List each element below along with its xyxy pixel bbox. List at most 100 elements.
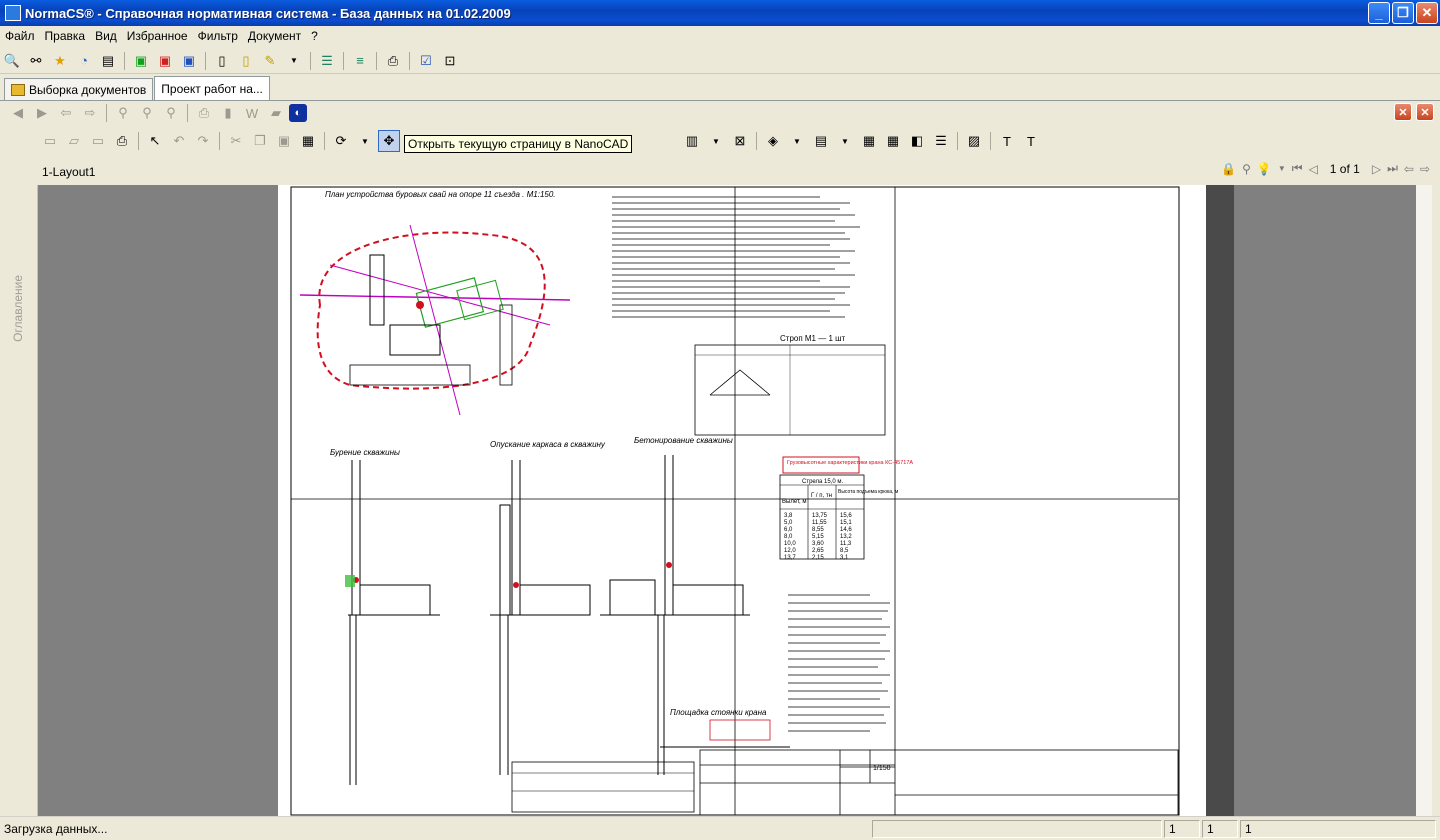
text-edit-icon[interactable]: T [1020, 130, 1042, 152]
prev-page-icon[interactable]: ◁ [1309, 162, 1318, 176]
dropdown-arrow-icon-5[interactable]: ▼ [834, 130, 856, 152]
dropdown-arrow-icon-3[interactable]: ▼ [705, 130, 727, 152]
menu-file[interactable]: Файл [0, 29, 40, 43]
properties-icon[interactable]: ▤ [810, 130, 832, 152]
nav-back-icon[interactable]: ⇦ [1404, 162, 1414, 176]
document-edit-icon[interactable]: ✎ [259, 50, 281, 72]
concrete-label: Бетонирование скважины [634, 436, 733, 445]
image-icon[interactable]: ▨ [963, 130, 985, 152]
crane-pad-label: Площадка стоянки крана [670, 708, 767, 717]
table-icon[interactable]: ▦ [882, 130, 904, 152]
crane-table-cell: 10,0 [784, 541, 796, 547]
cad-print-icon[interactable]: ⎙ [111, 130, 133, 152]
redo-icon[interactable]: ↷ [192, 130, 214, 152]
zoom-icon[interactable]: ⚲ [112, 102, 134, 124]
menu-edit[interactable]: Правка [40, 29, 91, 43]
dropdown-arrow-icon-6[interactable]: ▼ [1278, 164, 1286, 173]
new-icon[interactable]: ▭ [39, 130, 61, 152]
forward-icon[interactable]: ▶ [31, 102, 53, 124]
folder-open-icon[interactable]: ▭ [87, 130, 109, 152]
frame-icon[interactable]: ⊡ [439, 50, 461, 72]
crane-col-reach: Вылет, м [782, 499, 807, 505]
vertical-scrollbar[interactable] [1416, 185, 1432, 817]
back-arrow-icon[interactable]: ⇦ [55, 102, 77, 124]
menu-filter[interactable]: Фильтр [193, 29, 243, 43]
hint-icon[interactable]: 💡 [1257, 162, 1272, 176]
menu-document[interactable]: Документ [243, 29, 306, 43]
forward-arrow-icon[interactable]: ⇨ [79, 102, 101, 124]
find-icon[interactable]: ⚲ [1242, 162, 1251, 176]
open-icon[interactable]: ▱ [63, 130, 85, 152]
menu-view[interactable]: Вид [90, 29, 122, 43]
nanocad-icon[interactable]: ◐ [289, 104, 307, 122]
zoom-window-icon[interactable]: ⊠ [729, 130, 751, 152]
status-cell-empty [872, 820, 1162, 838]
lock-icon[interactable]: 🔒 [1221, 162, 1236, 176]
favorites-star-icon[interactable]: ★ [49, 50, 71, 72]
outline-icon[interactable]: ☰ [316, 50, 338, 72]
crane-table-cell: 5,15 [812, 534, 824, 540]
drawing-canvas[interactable]: План устройства буровых свай на опоре 11… [38, 185, 1432, 817]
layers-icon[interactable]: ☰ [930, 130, 952, 152]
paste-icon[interactable]: ▣ [273, 130, 295, 152]
word-export-icon[interactable]: W [241, 102, 263, 124]
nav-forward-icon[interactable]: ⇨ [1420, 162, 1430, 176]
document-icon[interactable]: ▯ [211, 50, 233, 72]
back-icon[interactable]: ◀ [7, 102, 29, 124]
zoom-out-icon[interactable]: ⚲ [160, 102, 182, 124]
crane-table-cell: 3,8 [784, 513, 793, 519]
pan-icon[interactable]: ✥ [378, 130, 400, 152]
bookmarks-icon[interactable]: ▤ [97, 50, 119, 72]
zoom-in-icon[interactable]: ⚲ [136, 102, 158, 124]
first-page-icon[interactable]: ⏮ [1292, 161, 1303, 176]
status-cell-2: 1 [1202, 820, 1238, 838]
dropdown-arrow-icon[interactable]: ▼ [283, 50, 305, 72]
save-icon[interactable]: ▮ [217, 102, 239, 124]
last-page-icon[interactable]: ⏭ [1387, 161, 1398, 176]
print-preview-icon[interactable]: ⎙ [382, 50, 404, 72]
binoculars-icon[interactable]: ⚯ [25, 50, 47, 72]
main-toolbar: 🔍 ⚯ ★ ◔ ▤ ▣ ▣ ▣ ▯ ▯ ✎ ▼ ☰ ≡ ⎙ ☑ ⊡ [0, 48, 1440, 74]
pointer-icon[interactable]: ↖ [144, 130, 166, 152]
crane-table-cell: 14,6 [840, 527, 852, 533]
copy-icon[interactable]: ❐ [249, 130, 271, 152]
menu-favorites[interactable]: Избранное [122, 29, 193, 43]
text-align-icon[interactable]: ≡ [349, 50, 371, 72]
dropdown-arrow-icon-4[interactable]: ▼ [786, 130, 808, 152]
contents-sidebar[interactable]: Оглавление [0, 185, 38, 817]
calculator-icon[interactable]: ▦ [297, 130, 319, 152]
minimize-button[interactable]: _ [1368, 2, 1390, 24]
text-style-icon[interactable]: T [996, 130, 1018, 152]
undo-icon[interactable]: ↶ [168, 130, 190, 152]
history-icon[interactable]: ◔ [73, 50, 95, 72]
block-icon[interactable]: ▦ [858, 130, 880, 152]
doc-red-icon[interactable]: ▣ [154, 50, 176, 72]
rotate-icon[interactable]: ⟳ [330, 130, 352, 152]
check-doc-icon[interactable]: ☑ [415, 50, 437, 72]
document-yellow-icon[interactable]: ▯ [235, 50, 257, 72]
layout-label[interactable]: 1-Layout1 [42, 165, 95, 179]
search-icon[interactable]: 🔍 [1, 50, 23, 72]
tab-work-project[interactable]: Проект работ на... [154, 76, 270, 100]
view-3d-icon[interactable]: ◈ [762, 130, 784, 152]
dropdown-arrow-icon-2[interactable]: ▼ [354, 130, 376, 152]
crane-table-cell: 6,0 [784, 527, 793, 533]
next-page-icon[interactable]: ▷ [1372, 162, 1381, 176]
note-icon[interactable]: ▰ [265, 102, 287, 124]
doc-green-icon[interactable]: ▣ [130, 50, 152, 72]
title-block [699, 749, 1179, 816]
close-button[interactable]: ✕ [1416, 2, 1438, 24]
maximize-button[interactable]: ❐ [1392, 2, 1414, 24]
object-icon[interactable]: ◧ [906, 130, 928, 152]
layout-icon[interactable]: ▥ [681, 130, 703, 152]
panel-close-icon[interactable]: ✕ [1394, 103, 1412, 121]
cut-icon[interactable]: ✂ [225, 130, 247, 152]
app-icon [5, 5, 21, 21]
tab-document-selection[interactable]: Выборка документов [4, 78, 154, 100]
menu-help[interactable]: ? [306, 29, 323, 43]
crane-table-cell: 13,2 [840, 534, 852, 540]
doc-blue-icon[interactable]: ▣ [178, 50, 200, 72]
print-icon[interactable]: ⎙ [193, 102, 215, 124]
crane-table-cell: 13,75 [812, 513, 828, 519]
document-close-icon[interactable]: ✕ [1416, 103, 1434, 121]
